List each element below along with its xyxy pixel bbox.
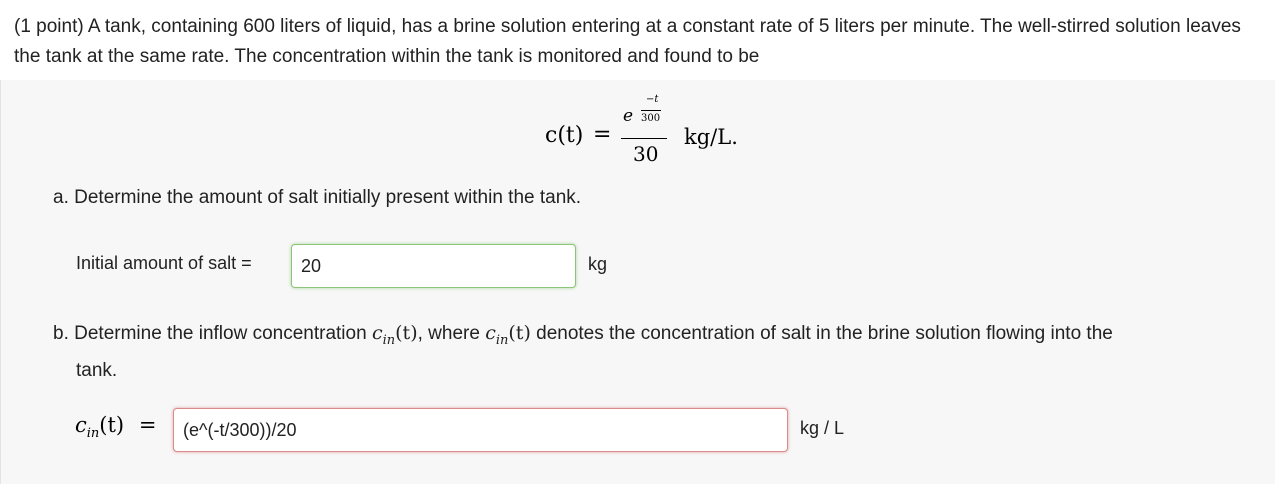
answer-panel: c(t) = e −t 300 30 kg/L. a. Determine th…: [0, 80, 1275, 484]
equation-lhs: c(t): [545, 123, 584, 148]
equation-equals: =: [593, 122, 612, 147]
part-b-question: b. Determine the inflow concentration ci…: [53, 318, 1263, 386]
part-a-question: a. Determine the amount of salt initiall…: [53, 187, 582, 208]
equation-base-e: e: [623, 106, 634, 126]
initial-salt-label: Initial amount of salt =: [76, 253, 252, 273]
initial-salt-unit: kg: [588, 254, 608, 274]
initial-salt-input[interactable]: 20: [291, 244, 576, 288]
part-b-end: tank.: [76, 359, 118, 381]
equation-unit: kg/L.: [684, 125, 738, 149]
exponent-fraction-bar: [641, 110, 661, 111]
fraction-denominator: 30: [633, 142, 659, 166]
cin-symbol-inline-2: cin(t): [485, 322, 531, 348]
part-b-prefix: b. Determine the inflow concentration: [53, 323, 367, 344]
part-b-middle: , where: [417, 323, 480, 344]
concentration-equation: c(t) = e −t 300 30 kg/L.: [1, 80, 1275, 180]
cin-unit: kg / L: [800, 418, 845, 438]
part-b-suffix: denotes the concentration of salt in the…: [536, 323, 1113, 344]
cin-input[interactable]: (e^(-t/300))/20: [173, 408, 788, 452]
fraction-bar: [621, 138, 667, 139]
problem-intro: (1 point) A tank, containing 600 liters …: [14, 16, 1241, 67]
cin-label: cin(t) =: [75, 413, 157, 442]
exponent-denominator: 300: [641, 113, 661, 124]
exponent-numerator: −t: [646, 94, 659, 105]
cin-symbol-inline-1: cin(t): [371, 322, 418, 348]
